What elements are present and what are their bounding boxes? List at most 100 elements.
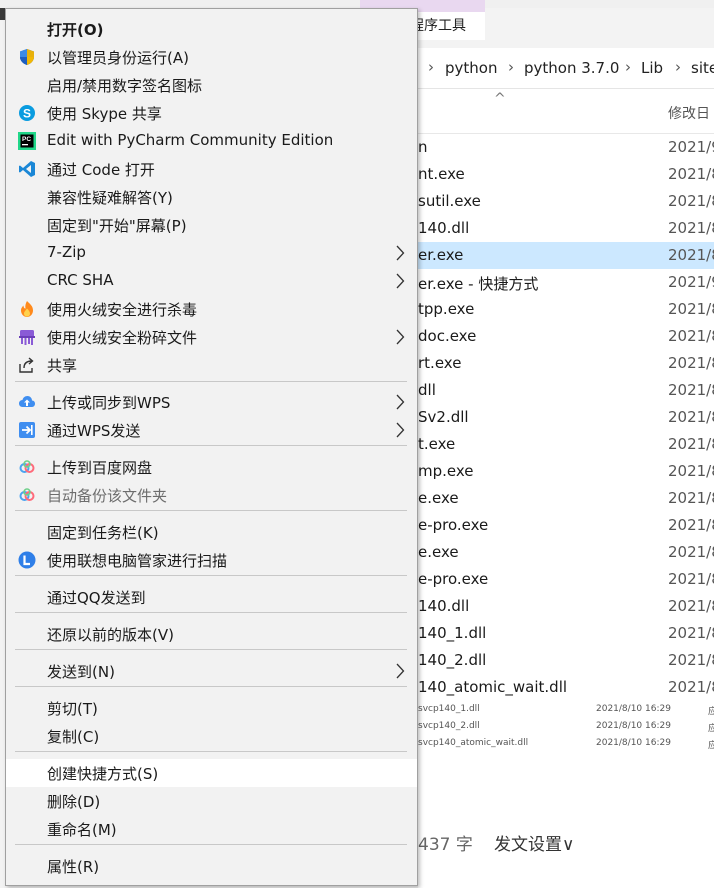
menu-separator bbox=[15, 445, 407, 446]
menu-item-label: 7-Zip bbox=[47, 243, 86, 261]
file-row[interactable]: 140_2.dll 2021/8 bbox=[418, 647, 714, 674]
submenu-arrow-icon bbox=[394, 243, 406, 263]
file-row[interactable]: e-pro.exe 2021/8 bbox=[418, 512, 714, 539]
menu-item-17[interactable]: 自动备份该文件夹 bbox=[6, 481, 417, 509]
menu-item-4[interactable]: S 使用 Skype 共享 bbox=[6, 99, 417, 127]
submenu-arrow-icon bbox=[394, 327, 406, 347]
menu-item-11[interactable]: 使用火绒安全进行杀毒 bbox=[6, 295, 417, 323]
breadcrumb-item[interactable]: site bbox=[691, 59, 714, 77]
menu-separator bbox=[15, 612, 407, 613]
submenu-arrow-icon bbox=[394, 392, 406, 412]
file-date-modified: 2021/9 bbox=[668, 273, 714, 291]
file-row[interactable]: mp.exe 2021/8 bbox=[418, 458, 714, 485]
submenu-arrow-icon bbox=[394, 271, 406, 291]
menu-item-8[interactable]: 固定到"开始"屏幕(P) bbox=[6, 211, 417, 239]
menu-separator bbox=[15, 575, 407, 576]
file-date-modified: 2021/8 bbox=[668, 516, 714, 534]
file-name: e-pro.exe bbox=[418, 570, 489, 588]
menu-item-22[interactable]: 发送到(N) bbox=[6, 657, 417, 685]
file-name: nt.exe bbox=[418, 165, 465, 183]
file-row[interactable]: 140_atomic_wait.dll 2021/8 bbox=[418, 674, 714, 701]
menu-item-21[interactable]: 还原以前的版本(V) bbox=[6, 620, 417, 648]
menu-item-label: 上传或同步到WPS bbox=[47, 394, 171, 412]
file-row[interactable]: 140.dll 2021/8 bbox=[418, 215, 714, 242]
menu-item-5[interactable]: PC Edit with PyCharm Community Edition bbox=[6, 127, 417, 155]
menu-item-label: CRC SHA bbox=[47, 271, 114, 289]
menu-item-label: 重命名(M) bbox=[47, 821, 117, 839]
file-date-modified: 2021/8 bbox=[668, 435, 714, 453]
file-row[interactable]: er.exe 2021/8 bbox=[418, 242, 714, 269]
file-name: 140_2.dll bbox=[418, 651, 487, 669]
file-row[interactable]: rt.exe 2021/8 bbox=[418, 350, 714, 377]
menu-item-label: 固定到"开始"屏幕(P) bbox=[47, 217, 187, 235]
file-row[interactable]: dll 2021/8 bbox=[418, 377, 714, 404]
menu-item-12[interactable]: 使用火绒安全粉碎文件 bbox=[6, 323, 417, 351]
publish-settings-button[interactable]: 发文设置∨ bbox=[494, 830, 574, 855]
file-name: 140.dll bbox=[418, 219, 470, 237]
file-row[interactable]: n 2021/9 bbox=[418, 134, 714, 161]
file-name: rt.exe bbox=[418, 354, 462, 372]
file-date-modified: 2021/8 bbox=[668, 381, 714, 399]
menu-item-1[interactable]: 打开(O) bbox=[6, 15, 417, 43]
file-date-modified: 2021/8 bbox=[668, 570, 714, 588]
menu-item-10[interactable]: CRC SHA bbox=[6, 267, 417, 295]
menu-item-6[interactable]: 通过 Code 打开 bbox=[6, 155, 417, 183]
menu-item-label: 上传到百度网盘 bbox=[47, 459, 153, 477]
menu-item-2[interactable]: 以管理员身份运行(A) bbox=[6, 43, 417, 71]
file-row[interactable]: nt.exe 2021/8 bbox=[418, 161, 714, 188]
file-row[interactable]: Sv2.dll 2021/8 bbox=[418, 404, 714, 431]
file-name: t.exe bbox=[418, 435, 456, 453]
menu-item-3[interactable]: 启用/禁用数字签名图标 bbox=[6, 71, 417, 99]
menu-item-14[interactable]: 上传或同步到WPS bbox=[6, 388, 417, 416]
file-row[interactable]: e-pro.exe 2021/8 bbox=[418, 566, 714, 593]
file-name: Sv2.dll bbox=[418, 408, 469, 426]
submenu-arrow-icon bbox=[394, 420, 406, 440]
menu-item-24[interactable]: 复制(C) bbox=[6, 722, 417, 750]
file-date-modified: 2021/8 bbox=[668, 192, 714, 210]
file-row[interactable]: tpp.exe 2021/8 bbox=[418, 296, 714, 323]
menu-item-label: 以管理员身份运行(A) bbox=[47, 49, 189, 67]
svg-text:PC: PC bbox=[22, 136, 31, 143]
file-row[interactable]: er.exe - 快捷方式 2021/9 bbox=[418, 269, 714, 296]
file-date-modified: 2021/8 bbox=[668, 543, 714, 561]
breadcrumb-chevron-icon[interactable]: › bbox=[625, 58, 631, 76]
breadcrumb-item[interactable]: python bbox=[445, 59, 497, 77]
file-date-modified: 2021/8 bbox=[668, 408, 714, 426]
breadcrumb-item[interactable]: Lib bbox=[641, 59, 663, 77]
menu-item-26[interactable]: 删除(D) bbox=[6, 787, 417, 815]
file-name: e.exe bbox=[418, 489, 459, 507]
file-row[interactable]: 140.dll 2021/8 bbox=[418, 593, 714, 620]
breadcrumb-chevron-icon[interactable]: › bbox=[428, 58, 434, 76]
menu-item-9[interactable]: 7-Zip bbox=[6, 239, 417, 267]
menu-item-19[interactable]: 使用联想电脑管家进行扫描 bbox=[6, 546, 417, 574]
file-row[interactable]: e.exe 2021/8 bbox=[418, 539, 714, 566]
breadcrumb-item[interactable]: python 3.7.0 bbox=[524, 59, 619, 77]
menu-item-label: 自动备份该文件夹 bbox=[47, 487, 168, 505]
breadcrumb-chevron-icon[interactable]: › bbox=[508, 58, 514, 76]
menu-item-16[interactable]: 上传到百度网盘 bbox=[6, 453, 417, 481]
menu-item-23[interactable]: 剪切(T) bbox=[6, 694, 417, 722]
menu-separator bbox=[15, 844, 407, 845]
address-bar[interactable]: › python › python 3.7.0 › Lib › site bbox=[418, 48, 714, 89]
menu-item-15[interactable]: 通过WPS发送 bbox=[6, 416, 417, 444]
context-menu: 打开(O) 以管理员身份运行(A) 启用/禁用数字签名图标 S 使用 Skype 共享 P… bbox=[5, 8, 418, 886]
menu-item-label: Edit with PyCharm Community Edition bbox=[47, 131, 334, 149]
file-row[interactable]: e.exe 2021/8 bbox=[418, 485, 714, 512]
file-date-modified: 2021/8 bbox=[668, 219, 714, 237]
menu-item-28[interactable]: 属性(R) bbox=[6, 852, 417, 880]
uac-shield-icon bbox=[18, 48, 36, 66]
file-name: 140.dll bbox=[418, 597, 470, 615]
file-row[interactable]: doc.exe 2021/8 bbox=[418, 323, 714, 350]
menu-item-13[interactable]: 共享 bbox=[6, 351, 417, 379]
menu-item-25[interactable]: 创建快捷方式(S) bbox=[6, 759, 417, 787]
file-row[interactable]: t.exe 2021/8 bbox=[418, 431, 714, 458]
menu-item-27[interactable]: 重命名(M) bbox=[6, 815, 417, 843]
file-row[interactable]: sutil.exe 2021/8 bbox=[418, 188, 714, 215]
menu-item-18[interactable]: 固定到任务栏(K) bbox=[6, 518, 417, 546]
file-row[interactable]: 140_1.dll 2021/8 bbox=[418, 620, 714, 647]
column-date-modified[interactable]: 修改日 bbox=[668, 103, 710, 123]
menu-item-7[interactable]: 兼容性疑难解答(Y) bbox=[6, 183, 417, 211]
file-name: dll bbox=[418, 381, 436, 399]
menu-item-20[interactable]: 通过QQ发送到 bbox=[6, 583, 417, 611]
breadcrumb-chevron-icon[interactable]: › bbox=[675, 58, 681, 76]
